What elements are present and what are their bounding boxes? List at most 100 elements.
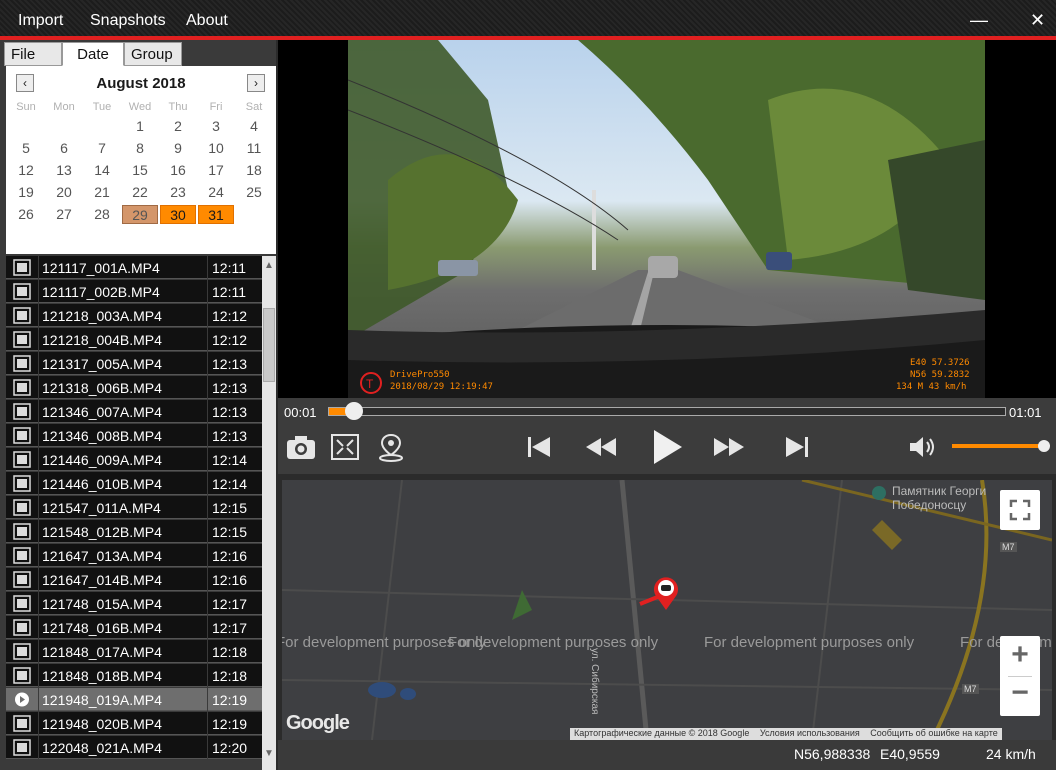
prev-month-button[interactable]: ‹ [16, 74, 34, 92]
calendar-day[interactable]: 5 [8, 139, 44, 158]
calendar-day[interactable]: 15 [122, 161, 158, 180]
calendar-day[interactable]: 24 [198, 183, 234, 202]
rewind-icon[interactable] [584, 432, 618, 462]
fast-forward-icon[interactable] [712, 432, 746, 462]
calendar-day[interactable]: 9 [160, 139, 196, 158]
film-icon [13, 259, 31, 276]
calendar-day[interactable]: 10 [198, 139, 234, 158]
file-row[interactable]: 121647_014B.MP4 12:16 [6, 568, 262, 592]
calendar-day[interactable]: 2 [160, 117, 196, 136]
volume-slider[interactable] [952, 444, 1044, 448]
next-month-button[interactable]: › [247, 74, 265, 92]
file-name: 121647_014B.MP4 [39, 568, 207, 591]
file-row[interactable]: 121446_010B.MP4 12:14 [6, 472, 262, 496]
file-name: 121446_009A.MP4 [39, 448, 207, 471]
file-row[interactable]: 121117_001A.MP4 12:11 [6, 256, 262, 280]
calendar-day[interactable]: 31 [198, 205, 234, 224]
calendar-day[interactable]: 7 [84, 139, 120, 158]
calendar-day[interactable]: 21 [84, 183, 120, 202]
tab-file[interactable]: File [4, 42, 62, 66]
file-row[interactable]: 121547_011A.MP4 12:15 [6, 496, 262, 520]
file-row[interactable]: 121948_019A.MP4 12:19 [6, 688, 262, 712]
file-type-icon [6, 328, 38, 351]
tab-date[interactable]: Date [62, 42, 124, 66]
map-fullscreen-button[interactable] [1000, 490, 1040, 530]
file-row[interactable]: 121848_017A.MP4 12:18 [6, 640, 262, 664]
calendar-day[interactable]: 11 [236, 139, 272, 158]
calendar-day[interactable]: 27 [46, 205, 82, 224]
calendar-day[interactable]: 14 [84, 161, 120, 180]
volume-icon[interactable] [906, 432, 940, 462]
seek-bar[interactable] [328, 407, 1006, 416]
osd-brand: DrivePro550 [390, 370, 450, 380]
calendar-day[interactable]: 20 [46, 183, 82, 202]
calendar-day[interactable]: 29 [122, 205, 158, 224]
calendar-day[interactable]: 1 [122, 117, 158, 136]
status-bar: N56,988338 E40,9559 24 km/h [278, 740, 1056, 770]
calendar-day[interactable]: 30 [160, 205, 196, 224]
calendar-day[interactable]: 23 [160, 183, 196, 202]
play-icon[interactable] [648, 428, 684, 466]
file-name: 121346_007A.MP4 [39, 400, 207, 423]
file-row[interactable]: 121346_007A.MP4 12:13 [6, 400, 262, 424]
previous-track-icon[interactable] [522, 432, 556, 462]
fullscreen-icon[interactable] [328, 432, 362, 462]
tab-group[interactable]: Group [124, 42, 182, 66]
volume-thumb[interactable] [1038, 440, 1050, 452]
osd-latitude: N56 59.2832 [910, 370, 970, 380]
calendar-day[interactable]: 8 [122, 139, 158, 158]
file-list-scrollbar[interactable]: ▲ ▼ [262, 256, 276, 770]
calendar-day[interactable]: 6 [46, 139, 82, 158]
calendar-day[interactable]: 22 [122, 183, 158, 202]
file-time: 12:13 [208, 424, 262, 447]
calendar-day[interactable]: 18 [236, 161, 272, 180]
calendar-day[interactable]: 3 [198, 117, 234, 136]
scroll-thumb[interactable] [263, 308, 275, 382]
scroll-down-arrow-icon[interactable]: ▼ [262, 748, 276, 759]
menu-snapshots[interactable]: Snapshots [90, 12, 166, 30]
tab-bar: File Date Group [4, 42, 276, 66]
file-row[interactable]: 121446_009A.MP4 12:14 [6, 448, 262, 472]
calendar-day[interactable]: 17 [198, 161, 234, 180]
file-row[interactable]: 121318_006B.MP4 12:13 [6, 376, 262, 400]
file-row[interactable]: 121848_018B.MP4 12:18 [6, 664, 262, 688]
file-row[interactable]: 121748_015A.MP4 12:17 [6, 592, 262, 616]
calendar-day[interactable]: 4 [236, 117, 272, 136]
file-row[interactable]: 121218_004B.MP4 12:12 [6, 328, 262, 352]
map-view[interactable]: Памятник Георги Победоносцу ул. Сибирска… [282, 480, 1052, 740]
file-row[interactable]: 121548_012B.MP4 12:15 [6, 520, 262, 544]
zoom-out-button[interactable]: − [1000, 676, 1040, 710]
menu-import[interactable]: Import [18, 12, 63, 30]
map-pin-icon[interactable] [374, 432, 408, 462]
file-row[interactable]: 121948_020B.MP4 12:19 [6, 712, 262, 736]
close-button[interactable]: ✕ [1030, 10, 1045, 31]
file-time: 12:13 [208, 352, 262, 375]
title-bar: Import Snapshots About — ✕ [0, 0, 1056, 40]
file-row[interactable]: 121647_013A.MP4 12:16 [6, 544, 262, 568]
calendar-day[interactable]: 16 [160, 161, 196, 180]
file-row[interactable]: 121346_008B.MP4 12:13 [6, 424, 262, 448]
file-row[interactable]: 121748_016B.MP4 12:17 [6, 616, 262, 640]
seek-thumb[interactable] [345, 402, 364, 420]
video-frame[interactable]: T DrivePro550 2018/08/29 12:19:47 E40 57… [348, 40, 985, 398]
zoom-in-button[interactable]: + [1000, 638, 1040, 672]
menu-about[interactable]: About [186, 12, 228, 30]
file-row[interactable]: 122048_021A.MP4 12:20 [6, 736, 262, 760]
file-row[interactable]: 121218_003A.MP4 12:12 [6, 304, 262, 328]
calendar-day[interactable]: 28 [84, 205, 120, 224]
minimize-button[interactable]: — [970, 10, 988, 31]
file-time: 12:17 [208, 616, 262, 639]
scroll-up-arrow-icon[interactable]: ▲ [262, 260, 276, 271]
camera-icon[interactable] [284, 432, 318, 462]
calendar-day[interactable]: 12 [8, 161, 44, 180]
report-error-link[interactable]: Сообщить об ошибке на карте [866, 728, 1001, 738]
terms-link[interactable]: Условия использования [756, 728, 864, 738]
next-track-icon[interactable] [780, 432, 814, 462]
calendar-day[interactable]: 26 [8, 205, 44, 224]
file-row[interactable]: 121317_005A.MP4 12:13 [6, 352, 262, 376]
film-icon [13, 739, 31, 756]
calendar-day[interactable]: 13 [46, 161, 82, 180]
calendar-day[interactable]: 19 [8, 183, 44, 202]
file-row[interactable]: 121117_002B.MP4 12:11 [6, 280, 262, 304]
calendar-day[interactable]: 25 [236, 183, 272, 202]
